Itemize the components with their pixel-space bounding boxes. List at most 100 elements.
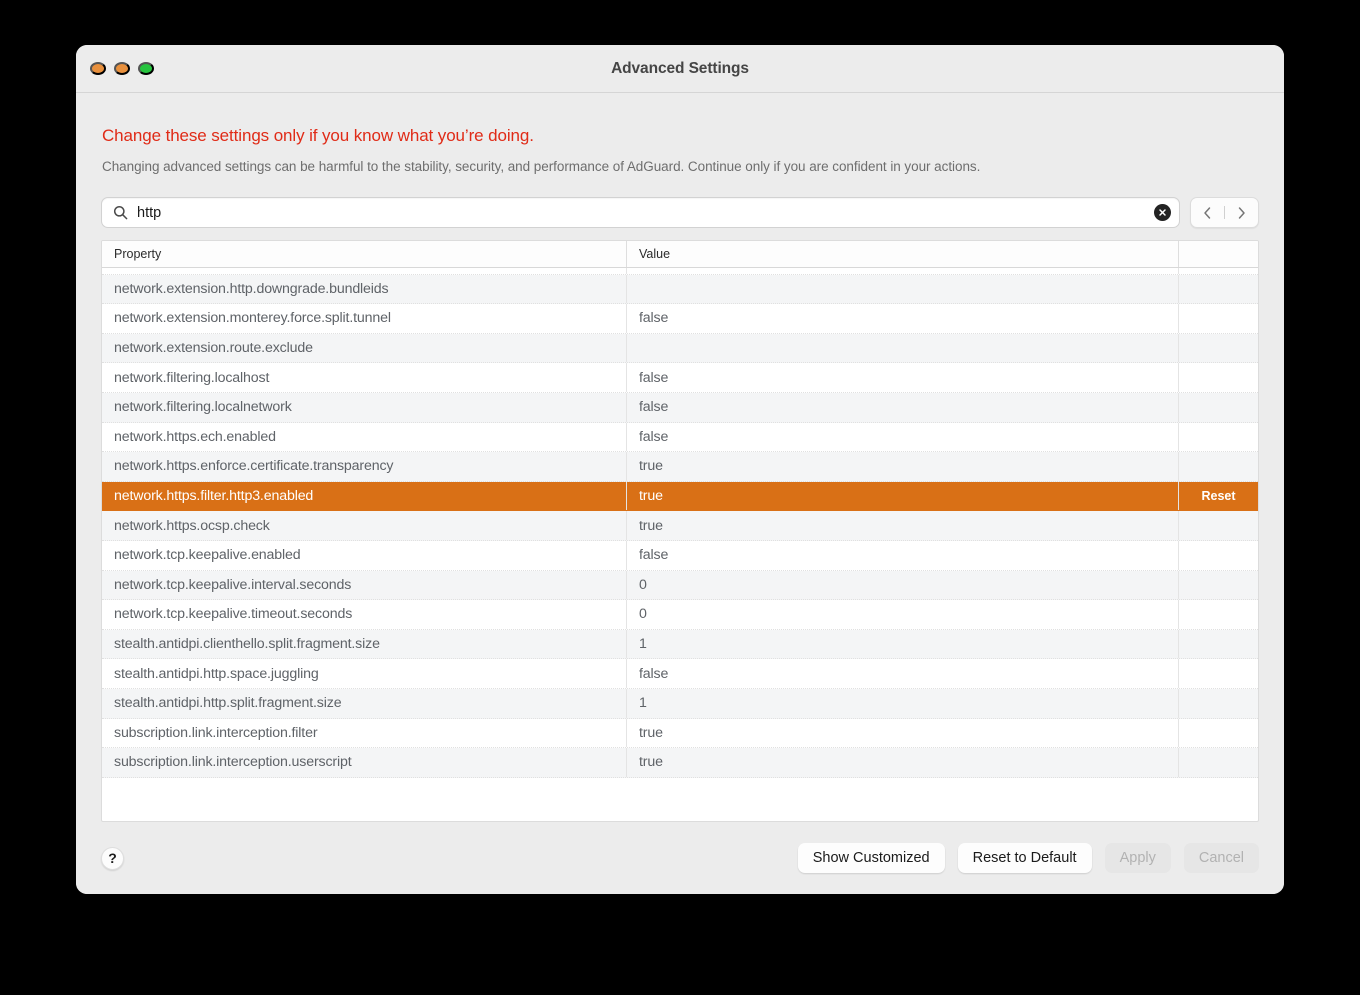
cell-actions (1178, 511, 1258, 540)
cell-value[interactable]: 1 (626, 688, 1178, 718)
table-row[interactable]: stealth.antidpi.clienthello.split.fragme… (102, 629, 1258, 660)
close-circle-icon[interactable] (1154, 204, 1171, 221)
settings-table: Property Value network.extension.exclude… (101, 240, 1259, 822)
table-row[interactable]: stealth.antidpi.http.split.fragment.size… (102, 688, 1258, 719)
cell-property: network.https.ocsp.check (114, 517, 270, 534)
minimize-button[interactable] (114, 62, 130, 75)
cell-actions (1178, 600, 1258, 629)
cell-value[interactable]: true (626, 748, 1178, 777)
cell-property: network.extension.exclude.ports (102, 268, 626, 274)
cell-value[interactable]: true (626, 481, 1178, 511)
cell-property: network.https.ech.enabled (114, 428, 276, 445)
cell-value[interactable]: 0 (626, 600, 1178, 629)
window-titlebar: Advanced Settings (76, 45, 1284, 93)
cell-actions (1178, 452, 1258, 481)
footer-actions: Show Customized Reset to Default Apply C… (797, 843, 1259, 873)
help-button[interactable]: ? (101, 846, 124, 870)
table-row[interactable]: network.https.ocsp.check true (102, 511, 1258, 541)
chevron-left-icon (1204, 206, 1211, 219)
cell-value[interactable]: false (626, 363, 1178, 392)
cell-actions (1178, 659, 1258, 688)
search-field[interactable] (101, 197, 1180, 228)
table-row[interactable]: network.tcp.keepalive.interval.seconds 0 (102, 570, 1258, 601)
cell-actions (1178, 718, 1258, 748)
cell-property: subscription.link.interception.userscrip… (114, 754, 352, 771)
cell-actions (1178, 748, 1258, 777)
column-header-value[interactable]: Value (626, 241, 1178, 267)
close-icon (1159, 209, 1166, 216)
cell-value[interactable] (626, 274, 1178, 304)
table-body[interactable]: network.extension.exclude.ports21,22,25,… (102, 268, 1258, 821)
cell-property: network.extension.route.exclude (114, 340, 313, 357)
cell-value[interactable]: true (626, 718, 1178, 748)
table-row[interactable]: network.https.filter.http3.enabled true Re… (102, 481, 1258, 512)
cell-property: stealth.antidpi.http.split.fragment.size (114, 695, 342, 712)
warning-title: Change these settings only if you know w… (102, 126, 534, 145)
table-row[interactable]: network.filtering.localhost false (102, 363, 1258, 393)
table-row[interactable]: network.https.enforce.certificate.transp… (102, 452, 1258, 482)
cell-property: network.tcp.keepalive.enabled (114, 547, 301, 564)
cell-value[interactable]: false (626, 392, 1178, 422)
cell-actions (1178, 629, 1258, 659)
cell-property: network.https.enforce.certificate.transp… (114, 458, 394, 475)
cell-value[interactable] (626, 333, 1178, 363)
table-row[interactable]: network.extension.http.downgrade.bundlei… (102, 274, 1258, 305)
table-header: Property Value (102, 241, 1258, 268)
table-row[interactable]: network.filtering.localnetwork false (102, 392, 1258, 423)
table-row[interactable]: stealth.antidpi.http.space.juggling false (102, 659, 1258, 689)
table-row[interactable]: network.extension.route.exclude (102, 333, 1258, 364)
cell-value[interactable]: false (626, 659, 1178, 688)
cell-value[interactable]: 21,22,25,110,135,139,143,445,465,587,993… (626, 268, 1178, 274)
warning-description: Changing advanced settings can be harmfu… (102, 159, 981, 174)
cell-property: network.extension.http.downgrade.bundlei… (114, 280, 389, 297)
table-row[interactable]: network.https.ech.enabled false (102, 422, 1258, 453)
table-row[interactable]: subscription.link.interception.filter tru… (102, 718, 1258, 749)
cell-property: subscription.link.interception.filter (114, 724, 318, 741)
cell-actions (1178, 570, 1258, 600)
zoom-button[interactable] (138, 62, 154, 75)
advanced-settings-window: Advanced Settings Change these settings … (76, 45, 1284, 894)
cell-actions (1178, 304, 1258, 333)
cell-actions (1178, 363, 1258, 392)
reset-to-default-button[interactable]: Reset to Default (957, 843, 1092, 873)
table-row[interactable]: network.tcp.keepalive.timeout.seconds 0 (102, 600, 1258, 630)
dialog-footer: ? Show Customized Reset to Default Apply… (76, 822, 1284, 894)
search-next-button[interactable] (1225, 198, 1258, 227)
column-header-property[interactable]: Property (102, 241, 626, 267)
search-navigation (1190, 197, 1259, 228)
traffic-lights (90, 45, 154, 92)
cell-property: network.tcp.keepalive.interval.seconds (114, 576, 352, 593)
table-row[interactable]: subscription.link.interception.userscrip… (102, 748, 1258, 778)
table-row[interactable]: network.extension.monterey.force.split.t… (102, 304, 1258, 334)
cell-property: network.filtering.localnetwork (114, 399, 292, 416)
search-input[interactable] (137, 204, 1154, 221)
cell-property: network.filtering.localhost (114, 369, 270, 386)
cell-value[interactable]: 1 (626, 629, 1178, 659)
table-row[interactable]: network.extension.exclude.ports21,22,25,… (102, 268, 1258, 275)
cancel-button: Cancel (1183, 843, 1259, 873)
cell-value[interactable]: 0 (626, 570, 1178, 600)
cell-property: network.tcp.keepalive.timeout.seconds (114, 606, 353, 623)
close-button[interactable] (90, 62, 106, 75)
cell-actions (1178, 422, 1258, 452)
table-row[interactable]: network.tcp.keepalive.enabled false (102, 540, 1258, 571)
cell-actions: Reset (1178, 481, 1258, 511)
cell-actions (1178, 268, 1258, 274)
cell-actions (1178, 392, 1258, 422)
cell-value[interactable]: true (626, 511, 1178, 540)
cell-value[interactable]: false (626, 304, 1178, 333)
cell-actions (1178, 540, 1258, 570)
column-header-actions (1178, 241, 1258, 267)
dialog-content: Change these settings only if you know w… (76, 93, 1284, 822)
cell-actions (1178, 274, 1258, 304)
chevron-right-icon (1238, 206, 1245, 219)
cell-value[interactable]: false (626, 540, 1178, 570)
reset-row-button[interactable]: Reset (1201, 489, 1235, 503)
cell-value[interactable]: false (626, 422, 1178, 452)
show-customized-button[interactable]: Show Customized (797, 843, 945, 873)
apply-button: Apply (1104, 843, 1171, 873)
cell-actions (1178, 333, 1258, 363)
search-prev-button[interactable] (1191, 198, 1224, 227)
search-row (101, 197, 1259, 228)
cell-value[interactable]: true (626, 452, 1178, 481)
